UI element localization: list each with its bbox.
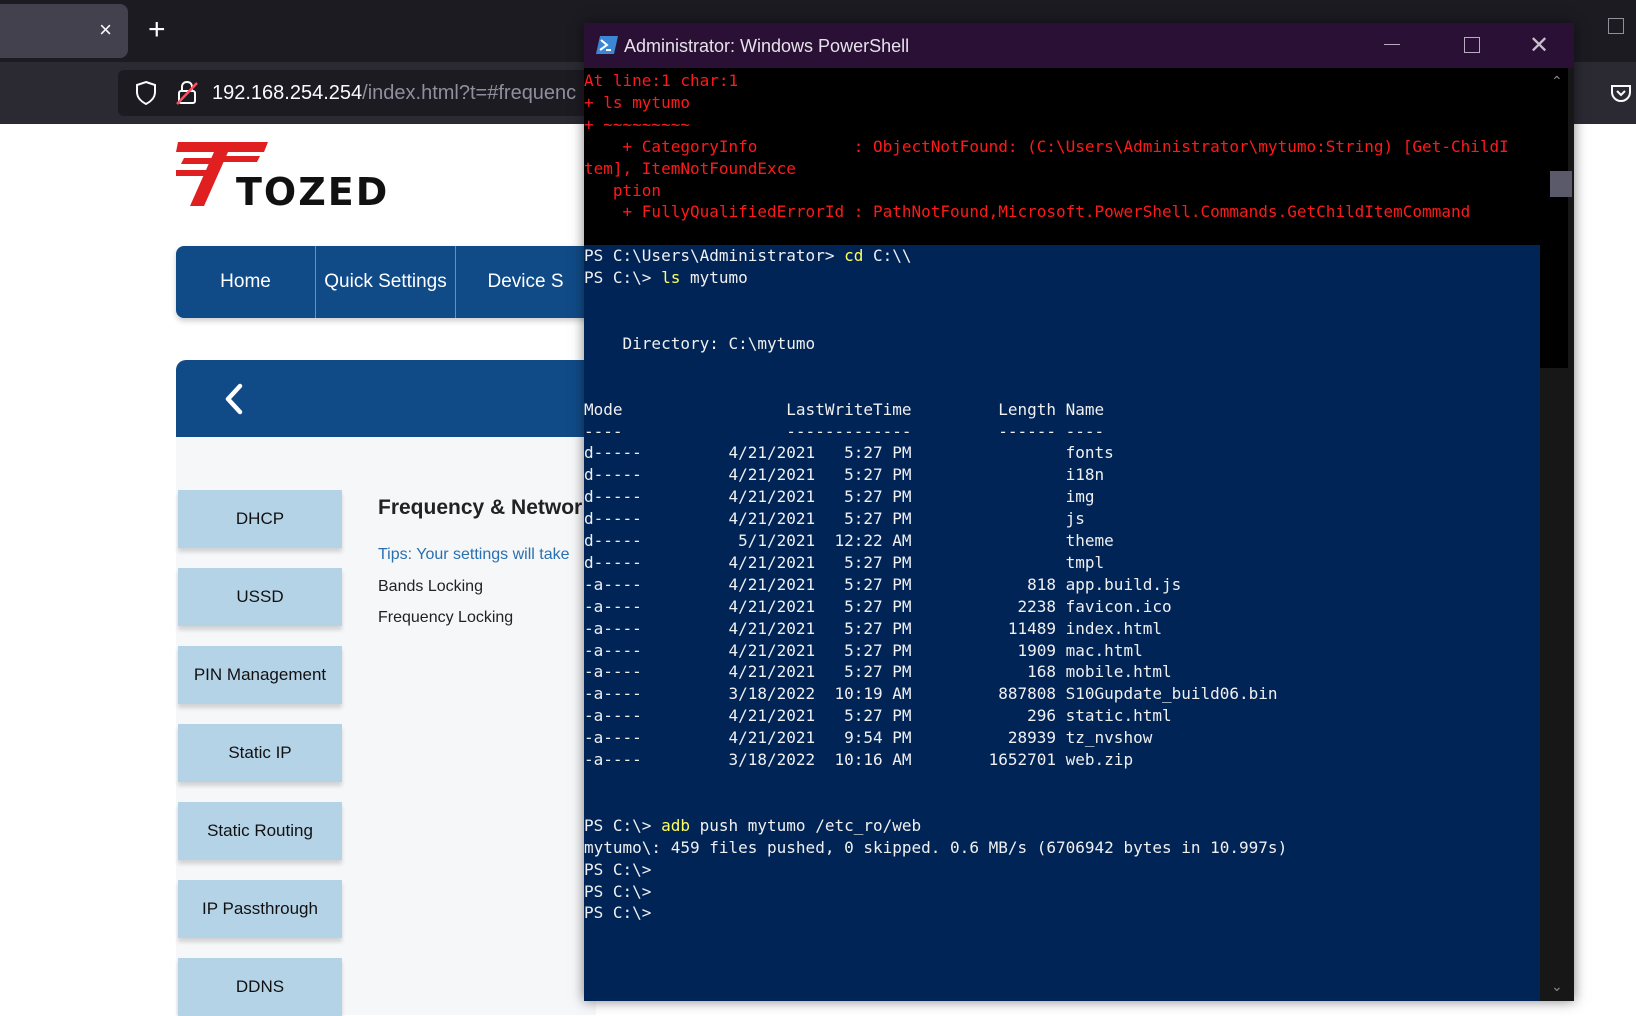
- nav-quick-settings[interactable]: Quick Settings: [316, 246, 456, 318]
- push-result: mytumo\: 459 files pushed, 0 skipped. 0.…: [584, 837, 1288, 857]
- listing-row: -a---- 4/21/2021 5:27 PM 1909 mac.html: [584, 640, 1143, 660]
- listing-header-rule: ---- ------------- ------ ----: [584, 421, 1105, 441]
- listing-row: -a---- 4/21/2021 5:27 PM 296 static.html: [584, 706, 1172, 726]
- url-host: 192.168.254.254: [212, 82, 363, 104]
- pocket-icon[interactable]: [1610, 82, 1632, 104]
- scrollbar-thumb[interactable]: [1550, 171, 1572, 197]
- listing-row: -a---- 3/18/2022 10:19 AM 887808 S10Gupd…: [584, 684, 1278, 704]
- error-line: + ~~~~~~~~~: [584, 114, 690, 134]
- console-output[interactable]: At line:1 char:1 + ls mytumo + ~~~~~~~~~…: [584, 70, 1509, 924]
- back-chevron-icon[interactable]: [222, 382, 246, 416]
- frequency-locking-link[interactable]: Frequency Locking: [378, 609, 513, 627]
- command-args: C:\\: [863, 246, 912, 266]
- sidebar-item-ddns[interactable]: DDNS: [178, 958, 342, 1016]
- error-line: ption: [584, 180, 662, 200]
- error-line: + CategoryInfo : ObjectNotFound: (C:\Use…: [584, 136, 1509, 156]
- url-text[interactable]: 192.168.254.254/index.html?t=#frequenc: [212, 82, 576, 105]
- close-icon[interactable]: ✕: [1529, 31, 1549, 60]
- sidebar-item-dhcp[interactable]: DHCP: [178, 490, 342, 548]
- error-line: + FullyQualifiedErrorId : PathNotFound,M…: [584, 202, 1471, 222]
- command-args: mytumo: [680, 268, 748, 288]
- listing-row: d----- 5/1/2021 12:22 AM theme: [584, 531, 1114, 551]
- sidebar-item-static-routing[interactable]: Static Routing: [178, 802, 342, 860]
- window-restore-icon[interactable]: [1608, 18, 1624, 34]
- prompt: PS C:\>: [584, 815, 662, 835]
- listing-row: d----- 4/21/2021 5:27 PM img: [584, 487, 1095, 507]
- nav-device-settings[interactable]: Device S: [456, 246, 596, 318]
- listing-header: Mode LastWriteTime Length Name: [584, 399, 1105, 419]
- new-tab-button[interactable]: +: [148, 14, 166, 46]
- listing-row: d----- 4/21/2021 5:27 PM js: [584, 509, 1085, 529]
- main-nav: Home Quick Settings Device S: [176, 246, 596, 318]
- sidebar-item-pin-management[interactable]: PIN Management: [178, 646, 342, 704]
- command-args: push mytumo /etc_ro/web: [689, 815, 922, 835]
- logo-text: TOZED: [236, 170, 390, 214]
- scroll-down-icon[interactable]: ⌄: [1551, 978, 1563, 995]
- error-line: tem], ItemNotFoundExce: [584, 158, 796, 178]
- command-name: ls: [661, 268, 681, 288]
- powershell-title: Administrator: Windows PowerShell: [624, 36, 910, 56]
- listing-row: -a---- 4/21/2021 5:27 PM 11489 index.htm…: [584, 618, 1162, 638]
- powershell-icon: [596, 36, 618, 54]
- tips-text: Tips: Your settings will take: [378, 546, 570, 563]
- section-title: Frequency & Networ: [378, 496, 583, 519]
- bands-locking-link[interactable]: Bands Locking: [378, 578, 483, 596]
- prompt: PS C:\>: [584, 859, 652, 879]
- command-name: cd: [844, 246, 864, 266]
- listing-row: -a---- 4/21/2021 5:27 PM 168 mobile.html: [584, 662, 1172, 682]
- scrollbar-upper: [1540, 68, 1568, 368]
- listing-row: -a---- 4/21/2021 9:54 PM 28939 tz_nvshow: [584, 728, 1153, 748]
- listing-row: -a---- 4/21/2021 5:27 PM 818 app.build.j…: [584, 574, 1182, 594]
- sidebar-item-ussd[interactable]: USSD: [178, 568, 342, 626]
- prompt: PS C:\Users\Administrator>: [584, 246, 845, 266]
- error-line: + ls mytumo: [584, 92, 690, 112]
- maximize-icon[interactable]: [1464, 37, 1480, 53]
- sidebar-item-static-ip[interactable]: Static IP: [178, 724, 342, 782]
- scroll-up-icon[interactable]: ⌃: [1551, 73, 1563, 90]
- shield-icon[interactable]: [134, 80, 158, 106]
- listing-row: d----- 4/21/2021 5:27 PM i18n: [584, 465, 1105, 485]
- prompt: PS C:\>: [584, 268, 662, 288]
- error-line: At line:1 char:1: [584, 71, 739, 90]
- sidebar-item-ip-passthrough[interactable]: IP Passthrough: [178, 880, 342, 938]
- minimize-icon[interactable]: [1384, 44, 1400, 45]
- powershell-titlebar[interactable]: Administrator: Windows PowerShell ✕: [584, 23, 1574, 68]
- browser-tab[interactable]: ×: [0, 4, 128, 58]
- prompt: PS C:\>: [584, 881, 652, 901]
- url-path: /index.html?t=#frequenc: [362, 82, 577, 104]
- nav-home[interactable]: Home: [176, 246, 316, 318]
- listing-row: -a---- 3/18/2022 10:16 AM 1652701 web.zi…: [584, 750, 1134, 770]
- listing-row: -a---- 4/21/2021 5:27 PM 2238 favicon.ic…: [584, 596, 1172, 616]
- listing-row: d----- 4/21/2021 5:27 PM fonts: [584, 443, 1114, 463]
- tab-close-icon[interactable]: ×: [99, 18, 112, 42]
- directory-line: Directory: C:\mytumo: [584, 333, 816, 353]
- powershell-window[interactable]: Administrator: Windows PowerShell ✕ ⌃ ⌄ …: [584, 23, 1574, 1001]
- insecure-lock-icon[interactable]: [176, 80, 198, 106]
- command-name: adb: [661, 815, 690, 835]
- listing-row: d----- 4/21/2021 5:27 PM tmpl: [584, 552, 1105, 572]
- prompt: PS C:\>: [584, 903, 652, 923]
